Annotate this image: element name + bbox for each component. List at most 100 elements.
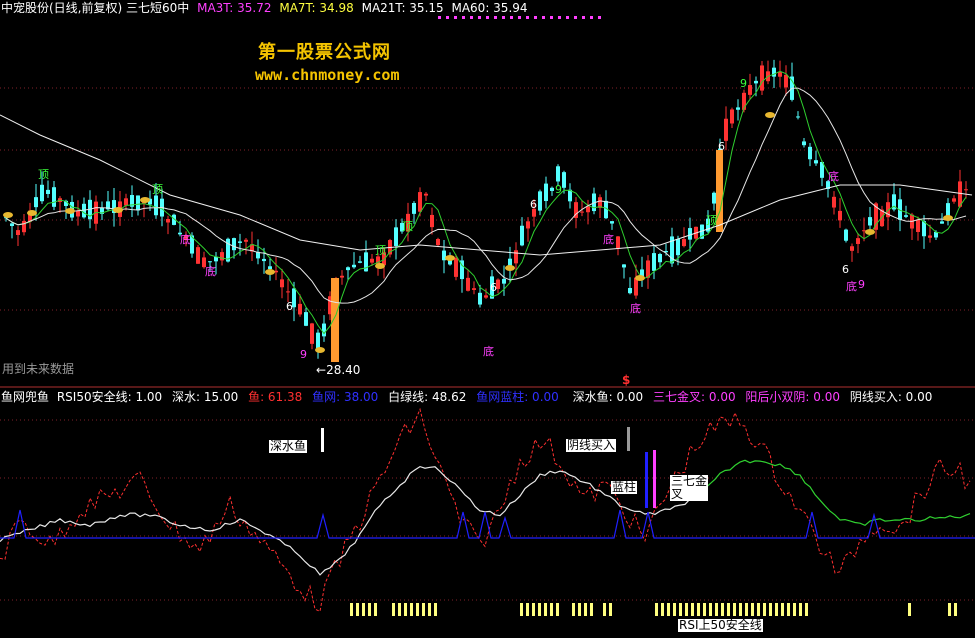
candle-body [772, 67, 776, 77]
rsi-safe-bar [520, 603, 523, 616]
gold-ingot-icon [315, 347, 325, 353]
signal-dot [534, 16, 537, 19]
candle-body [682, 239, 686, 247]
candle-body [730, 109, 734, 124]
candle-body [736, 107, 740, 110]
rsi-safe-bar [362, 603, 365, 616]
rsi-safe-bar [775, 603, 778, 616]
candle-body [628, 288, 632, 294]
signal-dot [502, 16, 505, 19]
signal-marker: 顶 [38, 168, 49, 181]
candle-body [316, 332, 320, 349]
candle-body [556, 166, 560, 182]
rsi-safe-bar [715, 603, 718, 616]
candle-body [352, 264, 356, 268]
watermark-url: www.chnmoney.com [255, 66, 400, 84]
candle-body [712, 192, 716, 204]
double-yin-legend: 阳后小双阴: 0.00 [745, 390, 840, 404]
golden-cross-bar [653, 450, 656, 508]
rsi-safe-bar [655, 603, 658, 616]
candle-body [280, 279, 284, 288]
signal-marker: 顶 [152, 183, 163, 196]
candle-body [688, 228, 692, 240]
rsi-safe-bar [805, 603, 808, 616]
blue-net-bar [645, 452, 648, 508]
rsi-safe-bar [763, 603, 766, 616]
signal-marker: 6 [286, 300, 293, 313]
low-price-label: 28.40 [326, 363, 361, 377]
rsi-safe-bar [781, 603, 784, 616]
candle-body [550, 187, 554, 191]
candle-body [424, 193, 428, 196]
candle-body [430, 214, 434, 228]
signal-marker: 9 [858, 278, 865, 291]
candle-body [346, 267, 350, 271]
golden-cross-legend: 三七金叉: 0.00 [653, 390, 736, 404]
candle-body [466, 277, 470, 291]
candle-body [760, 65, 764, 91]
rsi-safe-bar [787, 603, 790, 616]
candle-body [34, 197, 38, 208]
rsi-safe-bar [727, 603, 730, 616]
gold-ingot-icon [865, 229, 875, 235]
golden-cross-tag-line2: 叉 [671, 487, 684, 501]
candle-body [622, 264, 626, 268]
candle-body [754, 80, 758, 84]
ma60-legend: MA60: 35.94 [451, 1, 528, 15]
candle-body [580, 211, 584, 213]
candle-body [802, 141, 806, 146]
gold-ingot-icon [943, 215, 953, 221]
signal-marker: 底 [630, 301, 641, 315]
candle-body [520, 225, 524, 246]
rsi-safe-bar [757, 603, 760, 616]
rsi-safe-bar [685, 603, 688, 616]
candle-body [154, 195, 158, 216]
candle-body [610, 221, 614, 224]
candle-body [808, 146, 812, 160]
candle-body [412, 202, 416, 214]
gold-ingot-icon [113, 207, 123, 213]
green-line [699, 459, 971, 526]
candle-body [52, 187, 56, 207]
candle-body [784, 74, 788, 88]
candle-body [940, 221, 944, 224]
ma7-legend: MA7T: 34.98 [279, 1, 354, 15]
rsi-safe-bar [590, 603, 593, 616]
signal-marker: 底 [846, 279, 857, 293]
rsi50-legend: RSI50安全线: 1.00 [56, 390, 163, 404]
signal-dot [550, 16, 553, 19]
candle-body [856, 238, 860, 244]
rsi-safe-bar [673, 603, 676, 616]
indicator-name: 鱼网兜鱼 [1, 390, 50, 404]
signal-marker: 9 [555, 183, 562, 196]
gold-ingot-icon [140, 197, 150, 203]
rsi-safe-bar [603, 603, 606, 616]
rsi-safe-bar [434, 603, 437, 616]
highlight-candle [716, 150, 723, 232]
rsi-safe-bar [769, 603, 772, 616]
signal-marker: 6 [718, 140, 725, 153]
candle-body [370, 258, 374, 263]
signal-dot [454, 16, 457, 19]
signal-dot [518, 16, 521, 19]
watermark-title: 第一股票公式网 [258, 42, 391, 63]
net-bar-legend: 鱼网蓝柱: 0.00 [476, 390, 559, 404]
signal-dot [526, 16, 529, 19]
candle-body [16, 230, 20, 236]
candle-body [658, 253, 662, 263]
candle-body [538, 191, 542, 211]
rsi-safe-bar [703, 603, 706, 616]
rsi-safe-bar [374, 603, 377, 616]
chart-canvas: 顶顶顶顶 顶底底底底底底底966996696 [0, 16, 975, 616]
rsi-safe-bar [392, 603, 395, 616]
candle-body [778, 71, 782, 77]
candle-body [850, 246, 854, 251]
signal-marker: 9 [300, 348, 307, 361]
rsi-safe-bar [799, 603, 802, 616]
candle-body [358, 261, 362, 263]
gold-ingot-icon [65, 208, 75, 214]
rsi-safe-tag: RSI上50安全线 [678, 618, 763, 632]
rsi-safe-bar [751, 603, 754, 616]
rsi-safe-bar [550, 603, 553, 616]
rsi-safe-bar [691, 603, 694, 616]
